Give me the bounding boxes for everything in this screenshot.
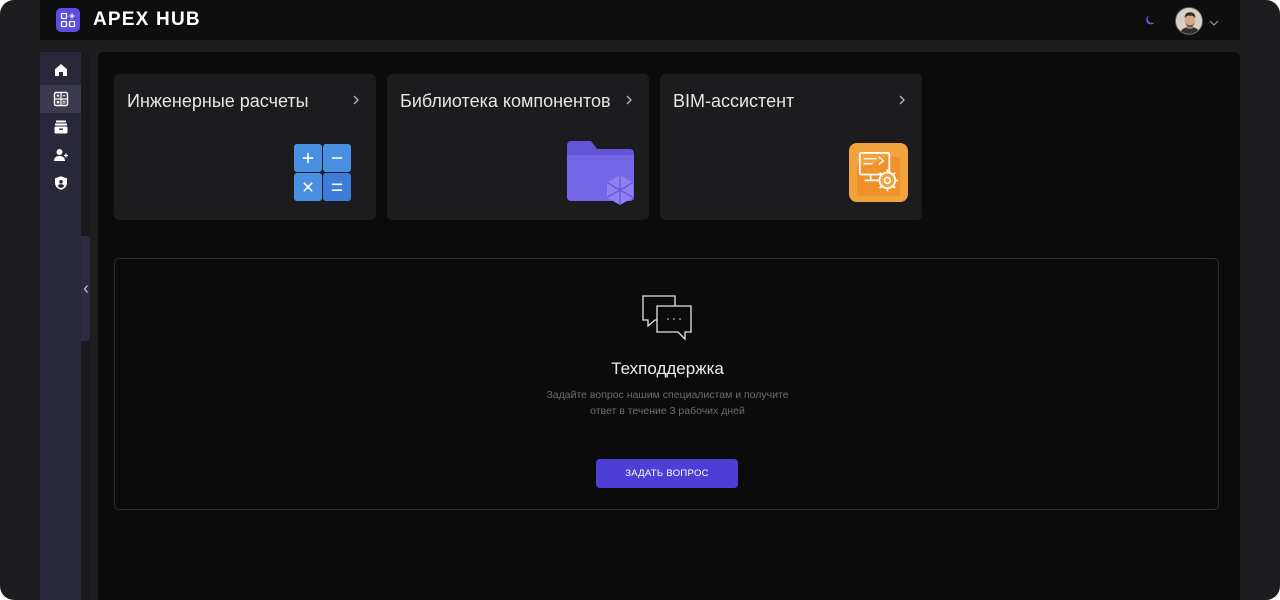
card-title: Инженерные расчеты (127, 91, 309, 111)
chevron-right-icon (353, 95, 359, 105)
sidebar-item-security[interactable] (40, 169, 81, 197)
home-icon (54, 64, 67, 76)
avatar[interactable] (1175, 7, 1203, 35)
support-description-line: Задайте вопрос нашим специалистам и полу… (546, 389, 789, 401)
card-bim-assistant[interactable]: BIM-ассистент (660, 74, 922, 220)
archive-icon (54, 120, 67, 134)
brand-name: APEX HUB (93, 9, 201, 30)
sidebar-collapse-toggle[interactable] (81, 236, 90, 341)
support-panel: Техподдержка Задайте вопрос нашим специа… (114, 258, 1219, 510)
sidebar-item-home[interactable] (40, 56, 81, 84)
chat-bubbles-icon (642, 295, 692, 341)
chevron-right-icon (626, 95, 632, 105)
card-title: BIM-ассистент (673, 91, 795, 111)
support-description-line: ответ в течение 3 рабочих дней (590, 405, 745, 417)
shield-user-icon (54, 176, 67, 190)
folder-component-icon (567, 141, 634, 205)
sidebar-item-users[interactable] (40, 141, 81, 169)
logo-icon[interactable] (56, 8, 80, 32)
support-description: Задайте вопрос нашим специалистам и полу… (115, 387, 1220, 419)
ask-question-button[interactable]: ЗАДАТЬ ВОПРОС (596, 459, 738, 488)
user-add-icon (53, 149, 68, 161)
calculator-tile-icon (294, 144, 351, 201)
card-component-library[interactable]: Библиотека компонентов (387, 74, 649, 220)
support-title: Техподдержка (611, 359, 724, 378)
sidebar-item-library[interactable] (40, 113, 81, 141)
top-bar: APEX HUB (40, 0, 1240, 40)
chevron-left-icon (83, 284, 88, 293)
sidebar-item-calculations[interactable] (40, 85, 81, 113)
moon-icon[interactable] (1144, 12, 1158, 26)
chevron-down-icon[interactable] (1208, 15, 1220, 26)
app-window: APEX HUB Инженерные расчеты Библиотека к… (0, 0, 1280, 600)
chevron-right-icon (899, 95, 905, 105)
card-engineering-calculations[interactable]: Инженерные расчеты (114, 74, 376, 220)
sidebar (40, 52, 81, 600)
main-content: Инженерные расчеты Библиотека компоненто… (98, 52, 1240, 600)
bim-settings-icon (849, 143, 908, 202)
calculator-icon (53, 91, 68, 107)
card-title: Библиотека компонентов (400, 91, 611, 111)
